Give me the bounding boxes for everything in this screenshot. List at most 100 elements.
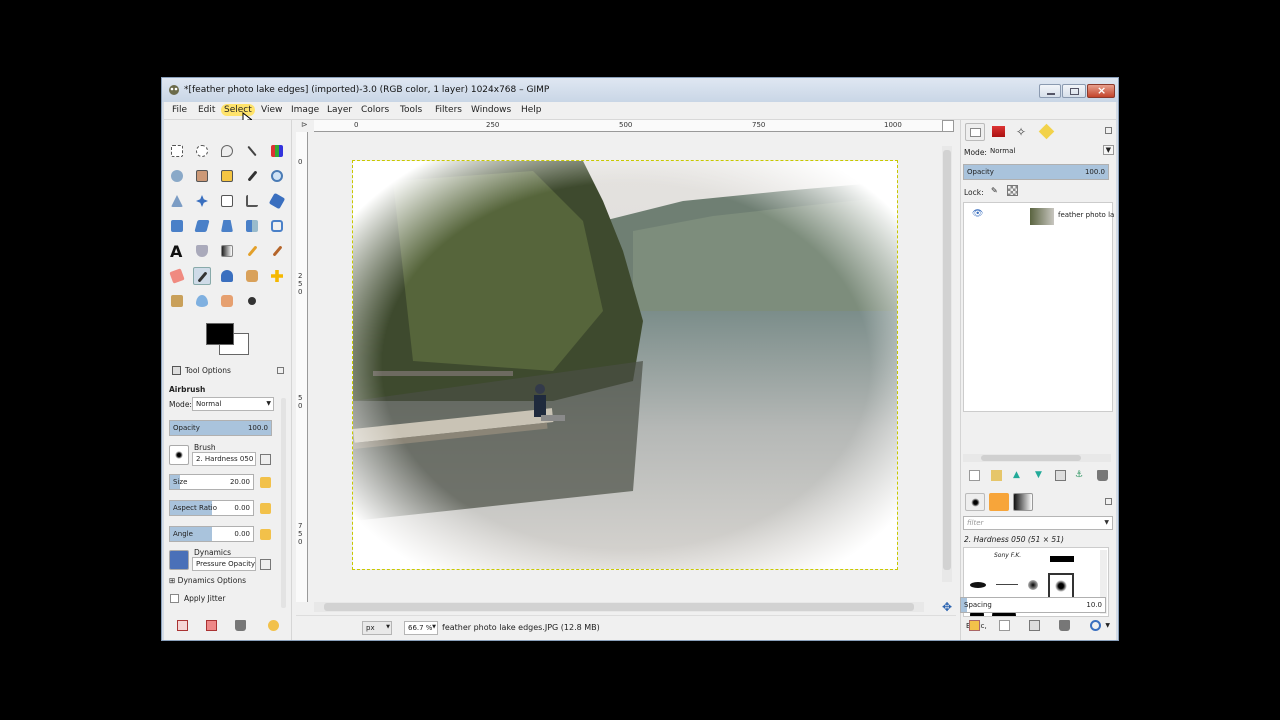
opacity-slider[interactable]: Opacity 100.0	[169, 420, 272, 436]
scale-tool[interactable]	[168, 217, 186, 235]
dodge-burn-tool[interactable]	[243, 292, 261, 310]
aspect-ratio-slider[interactable]: Aspect Ratio 0.00	[169, 500, 254, 516]
menu-filters[interactable]: Filters	[432, 104, 465, 116]
menu-image[interactable]: Image	[288, 104, 322, 116]
free-select-tool[interactable]	[218, 142, 236, 160]
reset-aspect-icon[interactable]	[260, 503, 271, 514]
horizontal-scroll-thumb[interactable]	[324, 603, 914, 611]
horizontal-scrollbar[interactable]	[314, 602, 924, 612]
tab-layers[interactable]	[965, 123, 985, 141]
apply-jitter-checkbox[interactable]	[170, 594, 179, 603]
cage-transform-tool[interactable]	[268, 217, 286, 235]
perspective-clone-tool[interactable]	[168, 292, 186, 310]
perspective-tool[interactable]	[218, 217, 236, 235]
duplicate-brush-icon[interactable]	[1029, 620, 1040, 631]
blur-sharpen-tool[interactable]	[193, 292, 211, 310]
menu-windows[interactable]: Windows	[468, 104, 514, 116]
paintbrush-tool[interactable]	[268, 242, 286, 260]
vertical-scroll-thumb[interactable]	[943, 150, 951, 570]
raise-layer-icon[interactable]: ▲	[1013, 470, 1024, 481]
reset-size-icon[interactable]	[260, 477, 271, 488]
tool-options-tab[interactable]: Tool Options	[168, 363, 288, 379]
foreground-color-swatch[interactable]	[206, 323, 234, 345]
menu-file[interactable]: File	[169, 104, 190, 116]
new-brush-icon[interactable]	[999, 620, 1010, 631]
scissors-select-tool[interactable]	[168, 167, 186, 185]
tab-brushes[interactable]	[965, 493, 985, 511]
zoom-tool[interactable]	[268, 167, 286, 185]
unit-select[interactable]: px ▼	[362, 621, 392, 635]
tool-options-scrollbar[interactable]	[281, 398, 286, 608]
visibility-eye-icon[interactable]: 👁	[972, 209, 983, 219]
duplicate-layer-icon[interactable]	[1055, 470, 1066, 481]
flip-tool[interactable]	[243, 217, 261, 235]
reset-angle-icon[interactable]	[260, 529, 271, 540]
dynamics-preview[interactable]	[169, 550, 189, 570]
blend-tool[interactable]	[218, 242, 236, 260]
vertical-ruler[interactable]: 0 2 5 0 5 0 7 5 0	[296, 132, 308, 602]
title-bar[interactable]: *[feather photo lake edges] (imported)-3…	[162, 78, 1118, 102]
dynamics-options-expander[interactable]: ⊞ Dynamics Options	[169, 576, 246, 585]
layer-row[interactable]: 👁 feather photo la	[964, 205, 1114, 227]
tab-gradients[interactable]	[1013, 493, 1033, 511]
refresh-brushes-icon[interactable]	[1090, 620, 1101, 631]
wilber-drop-area[interactable]	[168, 123, 286, 137]
ink-tool[interactable]	[218, 267, 236, 285]
smudge-tool[interactable]	[218, 292, 236, 310]
spacing-slider[interactable]: Spacing 10.0	[960, 597, 1106, 613]
pencil-tool[interactable]	[243, 242, 261, 260]
navigate-icon[interactable]: ✥	[942, 600, 952, 614]
brush-selected[interactable]	[1048, 573, 1074, 599]
layer-name[interactable]: feather photo la	[1058, 211, 1114, 219]
clone-tool[interactable]	[243, 267, 261, 285]
layer-mode-select[interactable]: Normal ▼	[987, 145, 1115, 159]
rect-select-tool[interactable]	[168, 142, 186, 160]
brush-field[interactable]: 2. Hardness 050	[192, 452, 256, 466]
edit-dynamics-icon[interactable]	[260, 559, 271, 570]
lock-pixels-icon[interactable]: ✎	[991, 186, 1000, 195]
layers-scroll-thumb[interactable]	[981, 455, 1081, 461]
mode-select[interactable]: Normal ▼	[192, 397, 274, 411]
new-layer-group-icon[interactable]	[991, 470, 1002, 481]
menu-help[interactable]: Help	[518, 104, 545, 116]
anchor-layer-icon[interactable]: ⚓	[1075, 470, 1086, 481]
vertical-scrollbar[interactable]	[942, 146, 952, 582]
minimize-button[interactable]	[1039, 84, 1061, 98]
restore-options-icon[interactable]	[206, 620, 217, 631]
quick-mask-corner[interactable]: ⊳	[301, 120, 313, 132]
edit-brush-button-icon[interactable]	[969, 620, 980, 631]
delete-brush-icon[interactable]	[1059, 620, 1070, 631]
navigate-corner-icon[interactable]	[942, 120, 954, 132]
image-canvas[interactable]	[352, 160, 898, 570]
rotate-tool[interactable]	[268, 192, 286, 210]
new-layer-icon[interactable]	[969, 470, 980, 481]
menu-colors[interactable]: Colors	[358, 104, 392, 116]
color-picker-tool[interactable]	[243, 167, 261, 185]
bucket-fill-tool[interactable]	[193, 242, 211, 260]
dynamics-field[interactable]: Pressure Opacity	[192, 557, 256, 571]
ellipse-select-tool[interactable]	[193, 142, 211, 160]
size-slider[interactable]: Size 20.00	[169, 474, 254, 490]
move-tool[interactable]	[193, 192, 211, 210]
angle-slider[interactable]: Angle 0.00	[169, 526, 254, 542]
edit-brush-icon[interactable]	[260, 454, 271, 465]
text-tool[interactable]: A	[168, 242, 186, 261]
tab-paths[interactable]: ✧	[1013, 123, 1033, 141]
brush-filter-input[interactable]: filter ▼	[963, 516, 1113, 530]
tab-menu-icon[interactable]	[277, 367, 284, 374]
fuzzy-select-tool[interactable]	[243, 142, 261, 160]
brushes-menu-icon[interactable]	[1105, 498, 1112, 505]
menu-edit[interactable]: Edit	[195, 104, 218, 116]
lower-layer-icon[interactable]: ▼	[1035, 470, 1046, 481]
horizontal-ruler[interactable]: 0 250 500 750 1000	[314, 120, 942, 132]
layers-hscrollbar[interactable]	[963, 454, 1111, 462]
crop-tool[interactable]	[243, 192, 261, 210]
shear-tool[interactable]	[193, 217, 211, 235]
layer-opacity-slider[interactable]: Opacity 100.0	[963, 164, 1109, 180]
menu-tools[interactable]: Tools	[397, 104, 425, 116]
brush-preview[interactable]	[169, 445, 189, 465]
zoom-select[interactable]: 66.7 % ▼	[404, 621, 438, 635]
measure-tool[interactable]	[168, 192, 186, 210]
select-by-color-tool[interactable]	[268, 142, 286, 160]
tab-patterns[interactable]	[989, 493, 1009, 511]
